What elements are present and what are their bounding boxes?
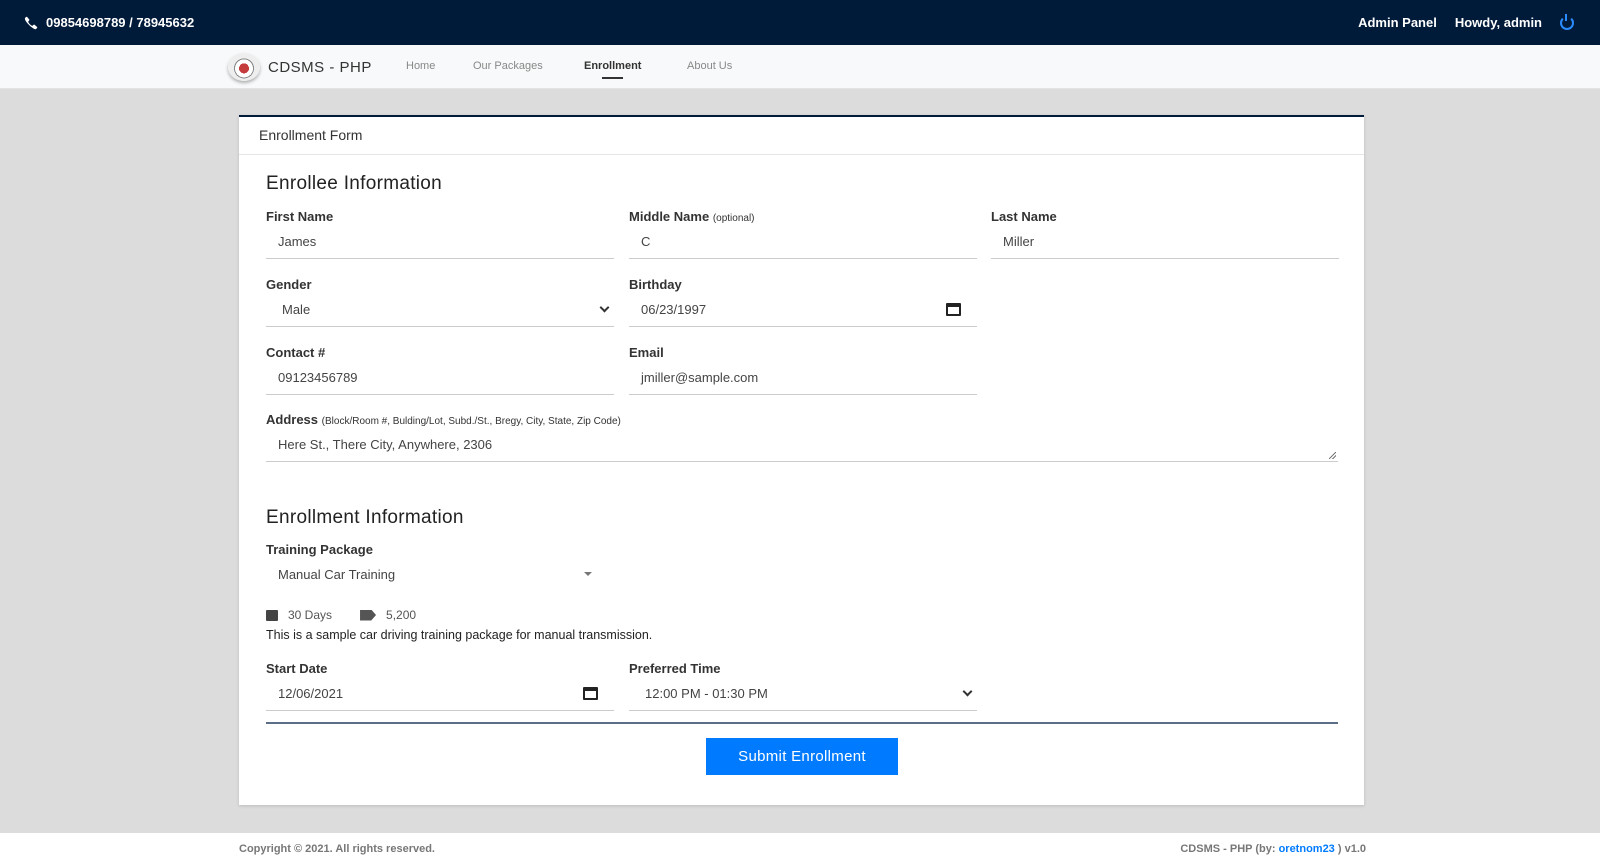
nav-about-us[interactable]: About Us [687, 60, 732, 72]
first-name-label: First Name [266, 209, 334, 224]
gender-value: Male [282, 302, 311, 317]
start-date-label: Start Date [266, 661, 328, 676]
enrollment-info-title: Enrollment Information [266, 507, 464, 528]
caret-down-icon [584, 572, 592, 576]
middle-name-input[interactable]: C [629, 225, 977, 259]
middle-name-label: Middle Name (optional) [629, 209, 755, 224]
calendar-icon[interactable] [946, 303, 961, 316]
contact-input[interactable]: 09123456789 [266, 361, 614, 395]
enrollment-form-card: Enrollment Form Enrollee Information Fir… [239, 115, 1364, 805]
birthday-value: 06/23/1997 [641, 302, 707, 317]
start-date-value: 12/06/2021 [278, 686, 344, 701]
address-label-text: Address [266, 412, 319, 427]
footer: Copyright © 2021. All rights reserved. C… [0, 833, 1600, 866]
logout-power-icon[interactable] [1560, 13, 1574, 30]
gender-select[interactable]: Male [266, 293, 614, 327]
admin-panel-link[interactable]: Admin Panel [1358, 15, 1437, 30]
brand[interactable]: CDSMS - PHP [228, 53, 372, 81]
top-bar: 09854698789 / 78945632 Admin Panel Howdy… [0, 0, 1600, 45]
card-header: Enrollment Form [239, 117, 1364, 155]
credit-suffix: ) v1.0 [1334, 843, 1366, 855]
nav-home[interactable]: Home [406, 60, 435, 72]
preferred-time-value: 12:00 PM - 01:30 PM [645, 686, 768, 701]
preferred-time-label: Preferred Time [629, 661, 721, 676]
birthday-input[interactable]: 06/23/1997 [629, 293, 977, 327]
user-greeting: Howdy, admin [1454, 15, 1542, 30]
calendar-icon[interactable] [583, 687, 598, 700]
package-meta: 30 Days 5,200 [266, 608, 416, 622]
phone-icon [24, 16, 38, 29]
brand-name: CDSMS - PHP [268, 58, 372, 76]
chevron-down-icon [962, 686, 973, 697]
package-days: 30 Days [288, 608, 333, 622]
calendar-icon [266, 609, 278, 621]
start-date-input[interactable]: 12/06/2021 [266, 677, 614, 711]
address-textarea[interactable]: Here St., There City, Anywhere, 2306 [266, 428, 1338, 462]
package-description: This is a sample car driving training pa… [266, 628, 653, 642]
enrollee-info-title: Enrollee Information [266, 173, 443, 194]
contact-phone: 09854698789 / 78945632 [24, 15, 194, 30]
middle-name-label-text: Middle Name [629, 209, 710, 224]
gender-label: Gender [266, 277, 312, 292]
last-name-input[interactable]: Miller [991, 225, 1339, 259]
email-label: Email [629, 345, 664, 360]
copyright-text: Copyright © 2021. All rights reserved. [239, 843, 435, 855]
address-hint: (Block/Room #, Bulding/Lot, Subd./St., B… [321, 416, 621, 427]
main-navbar: CDSMS - PHP Home Our Packages Enrollment… [0, 45, 1600, 89]
address-label: Address (Block/Room #, Bulding/Lot, Subd… [266, 412, 621, 427]
credit-prefix: CDSMS - PHP (by: [1180, 843, 1279, 855]
preferred-time-select[interactable]: 12:00 PM - 01:30 PM [629, 677, 977, 711]
address-value: Here St., There City, Anywhere, 2306 [278, 437, 493, 452]
submit-enrollment-button[interactable]: Submit Enrollment [706, 738, 898, 775]
resize-handle-icon[interactable] [1329, 452, 1336, 459]
email-input[interactable]: jmiller@sample.com [629, 361, 977, 395]
steering-wheel-logo-icon [228, 53, 260, 81]
middle-name-hint: (optional) [712, 213, 755, 224]
author-link[interactable]: oretnom23 [1279, 843, 1335, 855]
first-name-input[interactable]: James [266, 225, 614, 259]
training-package-label: Training Package [266, 542, 373, 557]
phone-text: 09854698789 / 78945632 [46, 15, 195, 30]
form-divider [266, 722, 1338, 724]
last-name-label: Last Name [991, 209, 1057, 224]
nav-enrollment[interactable]: Enrollment [584, 60, 641, 79]
chevron-down-icon [599, 302, 610, 313]
package-price: 5,200 [386, 608, 417, 622]
training-package-select[interactable]: Manual Car Training [266, 558, 606, 592]
credit-text: CDSMS - PHP (by: oretnom23 ) v1.0 [1180, 843, 1366, 855]
nav-our-packages[interactable]: Our Packages [473, 60, 543, 72]
training-package-value: Manual Car Training [278, 567, 396, 582]
tags-icon [360, 609, 377, 621]
contact-label: Contact # [266, 345, 326, 360]
birthday-label: Birthday [629, 277, 682, 292]
